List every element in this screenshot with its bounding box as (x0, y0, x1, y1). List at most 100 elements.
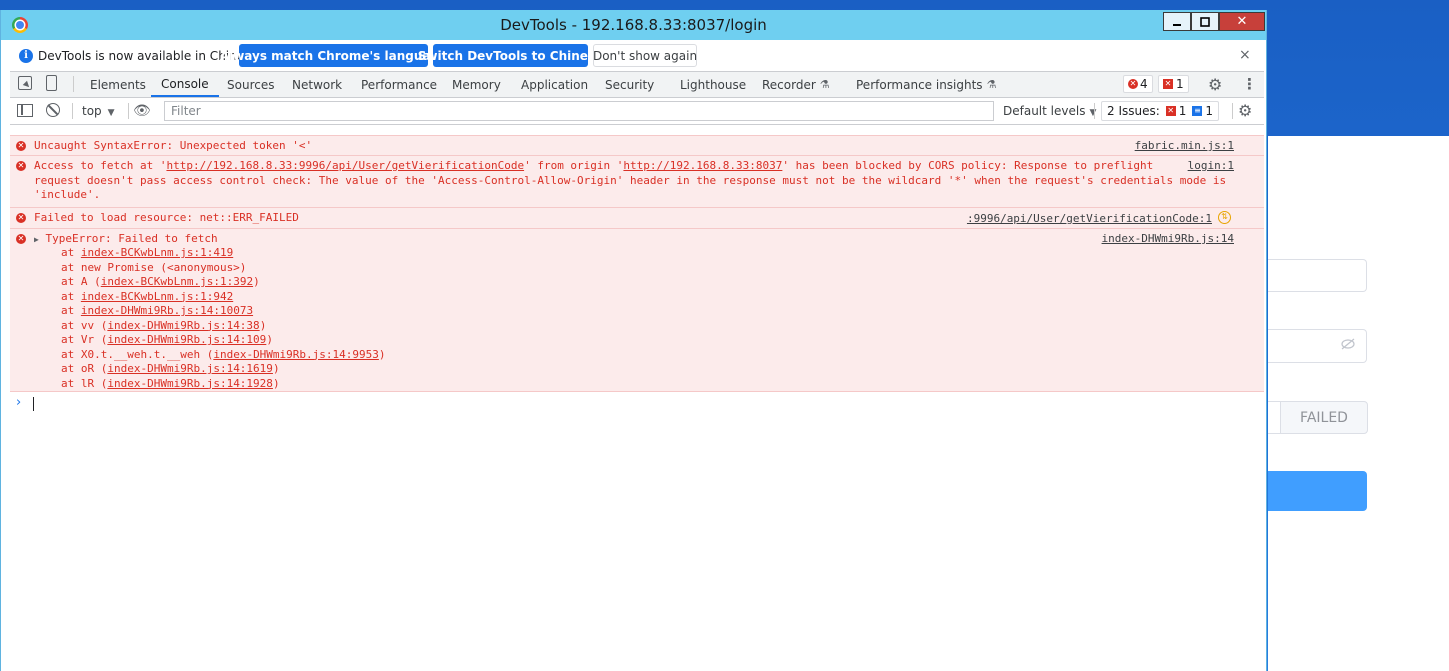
clear-console-icon[interactable] (46, 103, 60, 117)
stack-frame-link[interactable]: index-DHWmi9Rb.js:14:10073 (81, 304, 253, 317)
bg-username-input[interactable] (1268, 259, 1367, 292)
tab-memory[interactable]: Memory (452, 72, 501, 97)
stack-frame-link[interactable]: index-DHWmi9Rb.js:14:109 (107, 333, 266, 346)
stack-frame-text: at (61, 304, 81, 317)
stack-frame-text: at A ( (61, 275, 101, 288)
issue-info-icon: ≡ (1192, 106, 1203, 116)
issues-info-count: 1 (1205, 104, 1214, 118)
stack-frame-text: at (61, 289, 81, 303)
tab-performance-insights[interactable]: Performance insights ⚗ (856, 72, 996, 97)
stack-frame-link[interactable]: index-DHWmi9Rb.js:14:38 (107, 319, 259, 332)
stack-frame-link[interactable]: index-BCKwbLnm.js:1:392 (101, 275, 253, 288)
console-toolbar: top ▼ 👁 Filter Default levels ▼ 2 Issues: … (10, 98, 1264, 125)
stack-frame-text: ) (253, 275, 260, 288)
console-error-message: ✕ ▶ TypeError: Failed to fetch index-DHW… (10, 228, 1264, 392)
stack-frame-text: at Vr ( (61, 333, 108, 346)
panel-tab-bar: Elements Console Sources Network Perform… (10, 72, 1264, 98)
console-messages: ✕ Uncaught SyntaxError: Unexpected token… (10, 125, 1264, 671)
show-sidebar-icon[interactable] (17, 104, 33, 117)
inspect-element-icon[interactable] (18, 76, 32, 90)
error-icon: ✕ (16, 161, 26, 171)
issues-count: 1 (1176, 77, 1184, 91)
log-levels-value: Default levels (1003, 104, 1086, 118)
message-url-link[interactable]: http://192.168.8.33:8037 (623, 159, 782, 172)
message-url-link[interactable]: http://192.168.8.33:9996/api/User/getVie… (166, 159, 524, 172)
network-request-icon[interactable]: ⇅ (1218, 211, 1231, 224)
tab-sources[interactable]: Sources (227, 72, 274, 97)
error-icon: ✕ (1128, 79, 1138, 89)
live-expression-eye-icon[interactable]: 👁 (133, 103, 151, 119)
bg-failed-button[interactable]: FAILED (1280, 401, 1368, 434)
console-prompt-chevron-icon: › (16, 395, 22, 410)
tab-security[interactable]: Security (605, 72, 654, 97)
stack-frame: at new Promise (<anonymous>) (61, 261, 246, 276)
message-source-link[interactable]: login:1 (1188, 159, 1234, 172)
tab-application[interactable]: Application (521, 72, 588, 97)
stack-frame: at X0.t.__weh.t.__weh (index-DHWmi9Rb.js… (61, 348, 386, 363)
tab-lighthouse[interactable]: Lighthouse (680, 72, 746, 97)
context-selector[interactable]: top ▼ (82, 104, 115, 118)
stack-frame: at oR (index-DHWmi9Rb.js:14:1619) (61, 362, 280, 377)
stack-frame-text: ) (272, 376, 280, 390)
tab-recorder-label: Recorder (762, 77, 816, 92)
console-settings-gear-icon[interactable]: ⚙ (1238, 101, 1252, 120)
message-text-part: TypeError: Failed to fetch (45, 232, 218, 245)
stack-frame-link[interactable]: index-BCKwbLnm.js:1:419 (81, 246, 233, 259)
minimize-button[interactable] (1163, 12, 1191, 31)
match-language-button[interactable]: Always match Chrome's language (220, 44, 447, 67)
eye-off-icon[interactable] (1340, 337, 1356, 351)
error-count-badge[interactable]: ✕ 4 (1123, 75, 1153, 93)
issue-error-icon: ✕ (1165, 106, 1176, 116)
switch-chinese-button[interactable]: Switch DevTools to Chinese (418, 44, 603, 67)
stack-frame-text: at oR ( (61, 362, 108, 375)
caret-down-icon: ▼ (1089, 108, 1097, 118)
console-input-caret[interactable] (33, 397, 34, 411)
message-text: Failed to load resource: net::ERR_FAILED (34, 211, 299, 224)
issue-error-icon: ✕ (1163, 79, 1173, 89)
tab-performance[interactable]: Performance (361, 72, 437, 97)
more-options-icon[interactable]: ⋮ (1242, 75, 1257, 93)
log-levels-dropdown[interactable]: Default levels ▼ (1003, 104, 1096, 118)
tab-console[interactable]: Console (151, 72, 219, 97)
stack-frame-text: ) (259, 318, 267, 332)
stack-frame-text: at (61, 246, 81, 259)
console-error-message: ✕ Uncaught SyntaxError: Unexpected token… (10, 135, 1264, 155)
message-source-link[interactable]: fabric.min.js:1 (1135, 139, 1234, 152)
issues-button[interactable]: 2 Issues: ✕ 1 ≡ 1 (1101, 101, 1220, 121)
device-toolbar-icon[interactable] (46, 75, 57, 91)
dont-show-again-button[interactable]: Don't show again (593, 44, 697, 67)
tab-elements[interactable]: Elements (90, 72, 146, 97)
close-icon[interactable]: × (1239, 47, 1251, 63)
message-text-line: request doesn't pass access control chec… (34, 174, 1227, 187)
stack-frame-link[interactable]: index-DHWmi9Rb.js:14:1619 (107, 362, 273, 375)
settings-gear-icon[interactable]: ⚙ (1208, 75, 1222, 94)
issues-count-badge[interactable]: ✕ 1 (1158, 75, 1189, 93)
message-source-link[interactable]: index-DHWmi9Rb.js:14 (1102, 232, 1234, 245)
stack-frame-text: at X0.t.__weh.t.__weh ( (61, 347, 214, 361)
stack-frame: at Vr (index-DHWmi9Rb.js:14:109) (61, 333, 273, 348)
filter-input[interactable]: Filter (164, 101, 994, 121)
bg-login-button[interactable] (1268, 471, 1367, 511)
error-count: 4 (1140, 77, 1148, 91)
maximize-button[interactable] (1191, 12, 1219, 31)
stack-frame: at vv (index-DHWmi9Rb.js:14:38) (61, 319, 266, 334)
stack-frame-link[interactable]: index-BCKwbLnm.js:1:942 (81, 290, 233, 303)
close-window-button[interactable]: ✕ (1219, 12, 1265, 31)
stack-frame-text: at new Promise (<anonymous>) (61, 260, 247, 274)
experiment-flask-icon: ⚗ (819, 78, 830, 91)
stack-frame-link[interactable]: index-DHWmi9Rb.js:14:1928 (107, 377, 273, 390)
tab-network[interactable]: Network (292, 72, 342, 97)
issues-error-count: 1 (1178, 104, 1187, 118)
stack-frame-text: ) (266, 333, 273, 346)
divider (128, 103, 129, 119)
stack-frame-link[interactable]: index-DHWmi9Rb.js:14:9953 (213, 348, 379, 361)
stack-frame: at A (index-BCKwbLnm.js:1:392) (61, 275, 260, 290)
divider (72, 103, 73, 119)
tab-recorder[interactable]: Recorder ⚗ (762, 72, 830, 97)
title-bar: DevTools - 192.168.8.33:8037/login ✕ (1, 10, 1266, 40)
expand-triangle-icon[interactable]: ▶ (34, 235, 39, 244)
devtools-window: DevTools - 192.168.8.33:8037/login ✕ i D… (0, 10, 1267, 671)
window-title: DevTools - 192.168.8.33:8037/login (500, 16, 767, 34)
message-source-link[interactable]: :9996/api/User/getVierificationCode:1 (967, 212, 1212, 225)
stack-frame-text: at vv ( (61, 318, 108, 332)
